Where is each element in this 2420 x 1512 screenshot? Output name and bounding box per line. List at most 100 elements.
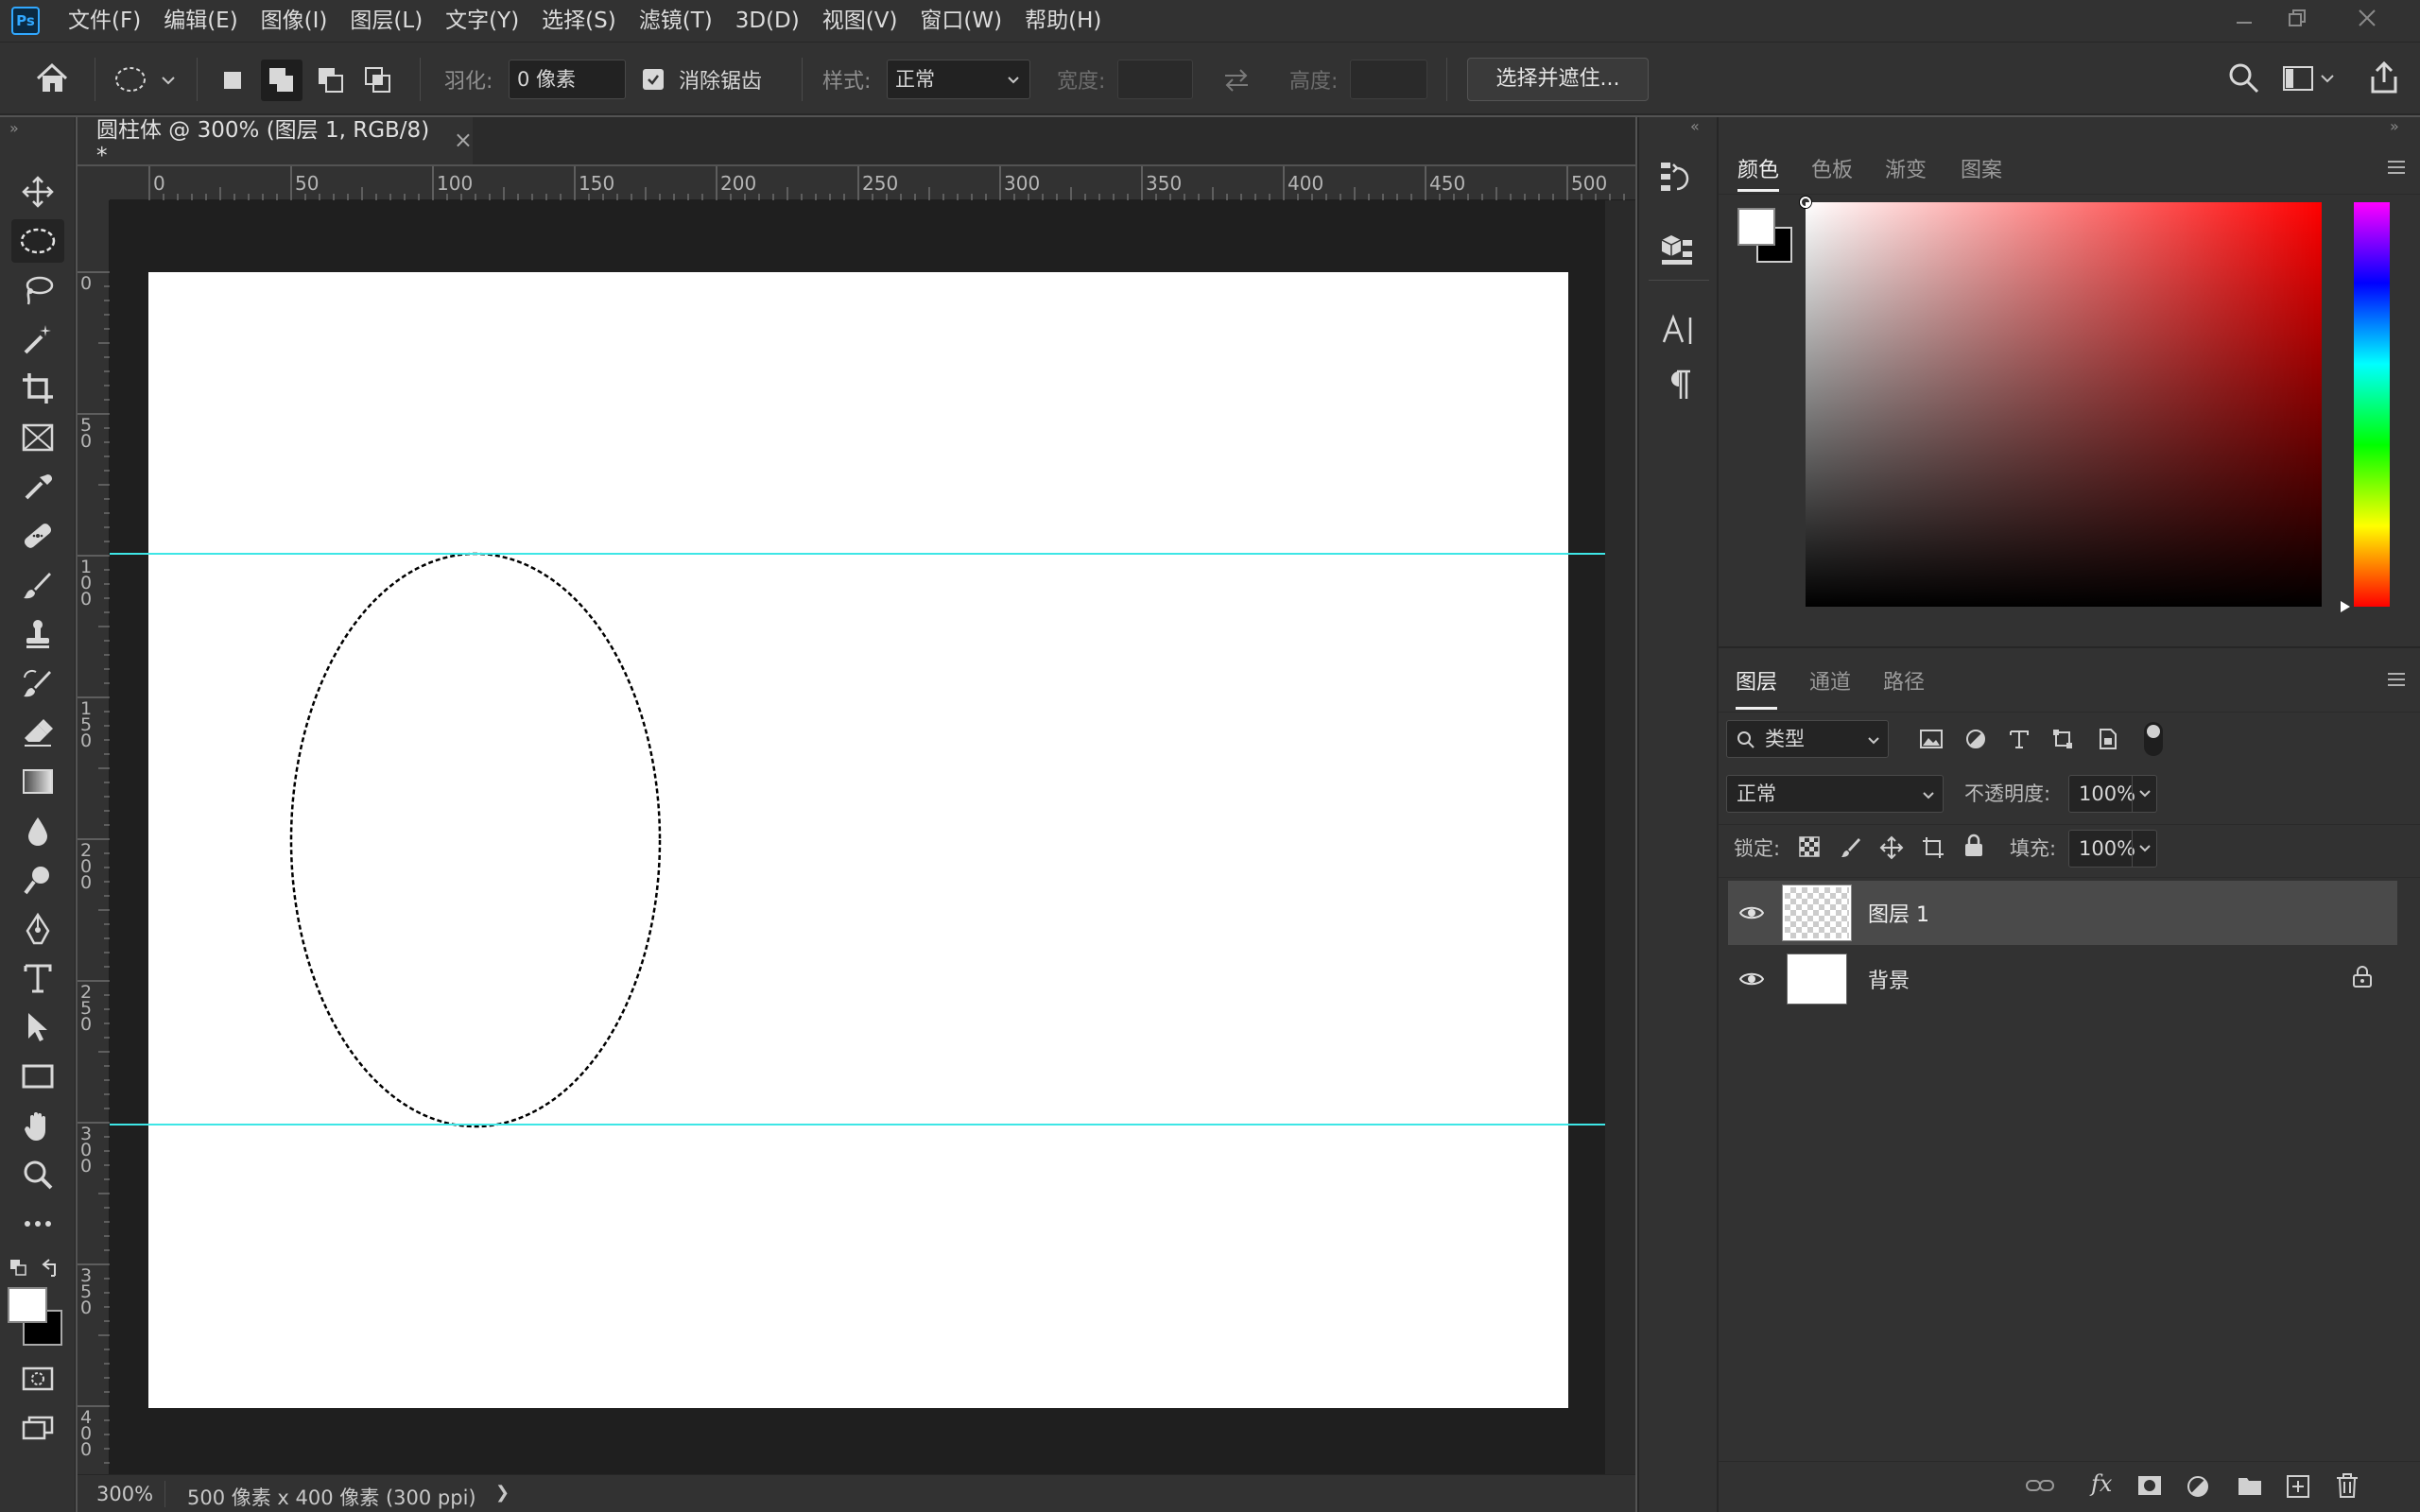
clone-stamp-tool[interactable] — [11, 612, 64, 656]
swap-colors-button[interactable] — [40, 1257, 62, 1280]
home-button[interactable] — [34, 61, 70, 95]
layer-thumbnail[interactable] — [1787, 954, 1847, 1005]
pen-tool[interactable] — [11, 907, 64, 951]
horizontal-ruler[interactable]: 0 50 100 150 200 250 300 350 400 450 500 — [110, 166, 1635, 200]
lock-transparent-button[interactable] — [1798, 835, 1821, 858]
layer-thumbnail[interactable] — [1782, 885, 1852, 941]
3d-panel-button[interactable] — [1658, 231, 1696, 268]
frame-tool[interactable] — [11, 416, 64, 459]
zoom-level[interactable]: 300% — [96, 1483, 153, 1505]
eyedropper-tool[interactable] — [11, 465, 64, 508]
new-layer-button[interactable] — [2286, 1474, 2310, 1499]
filter-smart-object-button[interactable] — [2097, 728, 2119, 750]
move-tool[interactable] — [11, 170, 64, 214]
filter-type-button[interactable] — [2008, 728, 2031, 750]
subtract-selection-button[interactable] — [314, 63, 348, 97]
menu-file[interactable]: 文件(F) — [57, 0, 152, 42]
menu-view[interactable]: 视图(V) — [811, 0, 909, 42]
feather-input[interactable]: 0 像素 — [509, 60, 626, 99]
menu-filter[interactable]: 滤镜(T) — [628, 0, 724, 42]
menu-window[interactable]: 窗口(W) — [908, 0, 1013, 42]
filter-pixel-button[interactable] — [1919, 728, 1944, 750]
new-selection-button[interactable] — [216, 63, 250, 97]
eraser-tool[interactable] — [11, 711, 64, 754]
close-window-button[interactable] — [2341, 0, 2394, 36]
hue-slider[interactable] — [2354, 202, 2390, 607]
guide-line-bottom[interactable] — [110, 1124, 1605, 1125]
gradient-tool[interactable] — [11, 760, 64, 803]
tab-patterns[interactable]: 图案 — [1961, 153, 2002, 183]
delete-layer-button[interactable] — [2335, 1472, 2360, 1499]
menu-3d[interactable]: 3D(D) — [724, 0, 811, 42]
layer-name[interactable]: 图层 1 — [1868, 898, 1929, 928]
zoom-tool[interactable] — [11, 1153, 64, 1196]
vertical-ruler[interactable]: 0 50 100 150 200 250 300 350 400 — [78, 200, 110, 1474]
layer-filter-select[interactable]: 类型 — [1726, 720, 1889, 758]
status-menu-arrow[interactable]: ❯ — [495, 1483, 510, 1503]
color-panel-menu[interactable] — [2386, 159, 2407, 176]
search-button[interactable] — [2227, 61, 2261, 95]
lock-position-button[interactable] — [1879, 835, 1904, 860]
color-picker-handle[interactable] — [1800, 197, 1811, 208]
paragraph-panel-button[interactable] — [1662, 367, 1696, 404]
menu-type[interactable]: 文字(Y) — [434, 0, 530, 42]
width-input[interactable] — [1117, 60, 1193, 99]
screen-mode-button[interactable] — [11, 1406, 64, 1450]
style-select[interactable]: 正常 — [887, 60, 1030, 99]
brush-tool[interactable] — [11, 563, 64, 607]
intersect-selection-button[interactable] — [361, 63, 395, 97]
link-layers-button[interactable] — [2025, 1476, 2055, 1495]
lock-artboard-button[interactable] — [1921, 835, 1945, 860]
menu-edit[interactable]: 编辑(E) — [152, 0, 249, 42]
fx-icon[interactable]: fx — [2091, 1470, 2112, 1497]
add-mask-button[interactable] — [2136, 1474, 2163, 1497]
menu-select[interactable]: 选择(S) — [530, 0, 628, 42]
lasso-tool[interactable] — [11, 268, 64, 312]
elliptical-marquee-tool[interactable] — [11, 219, 64, 263]
select-and-mask-button[interactable]: 选择并遮住... — [1467, 58, 1649, 101]
guide-line-top[interactable] — [110, 553, 1605, 555]
layers-panel-menu[interactable] — [2386, 671, 2407, 688]
tab-paths[interactable]: 路径 — [1883, 665, 1925, 696]
share-button[interactable] — [2367, 60, 2401, 95]
filter-toggle[interactable] — [2144, 722, 2163, 756]
vertical-scrollbar[interactable] — [1605, 200, 1635, 1474]
saturation-brightness-field[interactable] — [1800, 197, 2322, 607]
fill-input[interactable]: 100% — [2068, 830, 2157, 868]
blur-tool[interactable] — [11, 809, 64, 852]
tab-color[interactable]: 颜色 — [1737, 153, 1779, 183]
lock-pixels-button[interactable] — [1840, 835, 1862, 858]
foreground-color-swatch[interactable] — [8, 1287, 47, 1323]
lock-all-button[interactable] — [1962, 833, 1985, 858]
type-tool[interactable] — [11, 956, 64, 1000]
filter-adjustment-button[interactable] — [1964, 728, 1987, 750]
restore-button[interactable] — [2271, 0, 2324, 36]
rectangle-tool[interactable] — [11, 1055, 64, 1098]
collapse-dock-icon[interactable]: « — [1690, 117, 1700, 135]
collapse-toolbar-icon[interactable]: » — [9, 119, 19, 137]
swap-dimensions-button[interactable] — [1221, 67, 1252, 94]
edit-toolbar-button[interactable] — [11, 1202, 64, 1246]
layer-visibility-toggle[interactable] — [1728, 971, 1775, 988]
workspace-button[interactable] — [2282, 65, 2339, 94]
preset-dropdown-button[interactable] — [161, 75, 176, 86]
character-panel-button[interactable] — [1660, 312, 1698, 350]
layer-row[interactable]: 背景 — [1728, 947, 2397, 1011]
quick-mask-button[interactable] — [11, 1357, 64, 1400]
magic-wand-tool[interactable] — [11, 318, 64, 361]
tab-gradients[interactable]: 渐变 — [1885, 153, 1927, 183]
history-panel-button[interactable] — [1658, 159, 1696, 200]
filter-shape-button[interactable] — [2051, 728, 2074, 750]
elliptical-marquee-preset[interactable] — [113, 63, 151, 95]
hand-tool[interactable] — [11, 1104, 64, 1147]
close-tab-icon[interactable]: × — [454, 127, 473, 153]
hue-slider-handle[interactable] — [2339, 599, 2352, 614]
healing-brush-tool[interactable] — [11, 514, 64, 558]
add-to-selection-button[interactable] — [261, 60, 302, 101]
panel-foreground-swatch[interactable] — [1737, 208, 1775, 246]
dodge-tool[interactable] — [11, 858, 64, 902]
collapse-panels-icon[interactable]: » — [2390, 117, 2399, 135]
ruler-origin[interactable] — [78, 166, 110, 200]
height-input[interactable] — [1350, 60, 1427, 99]
layer-name[interactable]: 背景 — [1868, 964, 1910, 994]
